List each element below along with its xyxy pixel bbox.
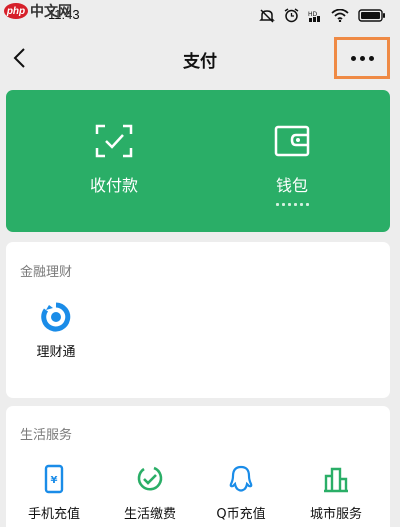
hd-icon: HD <box>308 11 320 22</box>
finance-section: 金融理财 理财通 <box>6 242 390 398</box>
phone-recharge-icon: ¥ <box>44 464 64 494</box>
licaitong-label: 理财通 <box>36 345 76 360</box>
wallet-button[interactable]: 钱包 <box>232 124 352 196</box>
more-dots-icon <box>350 55 356 61</box>
nav-bar: 支付 <box>0 30 400 86</box>
status-icons: HD <box>259 8 386 23</box>
bill-payment-label: 生活缴费 <box>123 507 176 522</box>
qcoin-icon <box>229 465 253 492</box>
mute-icon <box>259 8 275 23</box>
wallet-card: 收付款 钱包 <box>6 90 390 232</box>
alarm-icon <box>284 8 299 23</box>
city-service-icon <box>324 467 348 493</box>
bill-payment-button[interactable]: 生活缴费 <box>105 464 195 522</box>
battery-icon <box>358 9 385 22</box>
licaitong-icon <box>41 302 71 332</box>
qcoin-recharge-button[interactable]: Q币充值 <box>196 464 286 522</box>
city-service-label: 城市服务 <box>309 507 362 522</box>
life-services-title: 生活服务 <box>20 428 73 443</box>
wallet-label: 钱包 <box>275 176 308 195</box>
svg-text:HD: HD <box>308 11 318 18</box>
scan-pay-icon <box>95 124 133 158</box>
receive-pay-button[interactable]: 收付款 <box>54 124 174 196</box>
watermark-logo-mark: php <box>4 3 28 19</box>
wallet-icon <box>274 125 310 157</box>
svg-text:¥: ¥ <box>51 475 58 486</box>
licaitong-button[interactable]: 理财通 <box>11 302 101 360</box>
watermark-logo: php 中文网 <box>4 1 72 21</box>
bill-payment-icon <box>137 466 163 491</box>
receive-pay-label: 收付款 <box>89 176 138 195</box>
more-options-button[interactable] <box>334 37 390 79</box>
qcoin-recharge-label: Q币充值 <box>216 507 266 522</box>
city-service-button[interactable]: 城市服务 <box>291 464 381 522</box>
phone-recharge-label: 手机充值 <box>27 507 80 522</box>
life-services-section: 生活服务 ¥ 手机充值 生活缴费 Q币充值 城市服务 <box>6 406 390 527</box>
phone-recharge-button[interactable]: ¥ 手机充值 <box>9 464 99 522</box>
wallet-balance-hidden <box>276 203 309 206</box>
finance-section-title: 金融理财 <box>20 265 73 280</box>
wifi-icon <box>331 9 349 22</box>
watermark-text: 中文网 <box>30 4 72 20</box>
